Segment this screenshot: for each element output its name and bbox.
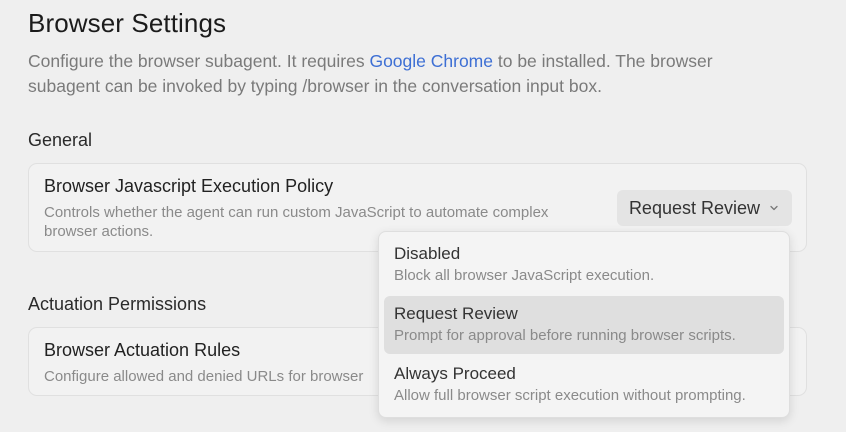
chevron-down-icon: [768, 202, 780, 214]
page-title: Browser Settings: [28, 8, 227, 38]
option-description: Prompt for approval before running brows…: [394, 327, 736, 344]
dropdown-option-request-review[interactable]: Request Review Prompt for approval befor…: [384, 296, 784, 354]
option-label: Always Proceed: [394, 364, 516, 383]
dropdown-option-disabled[interactable]: Disabled Block all browser JavaScript ex…: [384, 236, 784, 294]
option-description: Allow full browser script execution with…: [394, 387, 746, 404]
description-text-start: Configure the browser subagent. It requi…: [28, 51, 370, 71]
javascript-policy-title: Browser Javascript Execution Policy: [44, 176, 334, 196]
policy-dropdown-menu: Disabled Block all browser JavaScript ex…: [378, 231, 790, 418]
actuation-rules-description: Configure allowed and denied URLs for br…: [44, 368, 364, 385]
option-label: Request Review: [394, 304, 518, 323]
javascript-policy-select[interactable]: Request Review: [616, 190, 792, 226]
javascript-policy-select-value: Request Review: [628, 197, 760, 218]
actuation-rules-title: Browser Actuation Rules: [44, 340, 241, 360]
browser-settings-page: Browser Settings Configure the browser s…: [0, 0, 846, 432]
section-label-general: General: [28, 130, 93, 150]
section-label-actuation-permissions: Actuation Permissions: [28, 294, 207, 314]
page-description: Configure the browser subagent. It requi…: [28, 49, 788, 99]
dropdown-option-always-proceed[interactable]: Always Proceed Allow full browser script…: [384, 356, 784, 414]
option-label: Disabled: [394, 244, 461, 263]
google-chrome-link[interactable]: Google Chrome: [369, 51, 493, 71]
option-description: Block all browser JavaScript execution.: [394, 267, 655, 284]
